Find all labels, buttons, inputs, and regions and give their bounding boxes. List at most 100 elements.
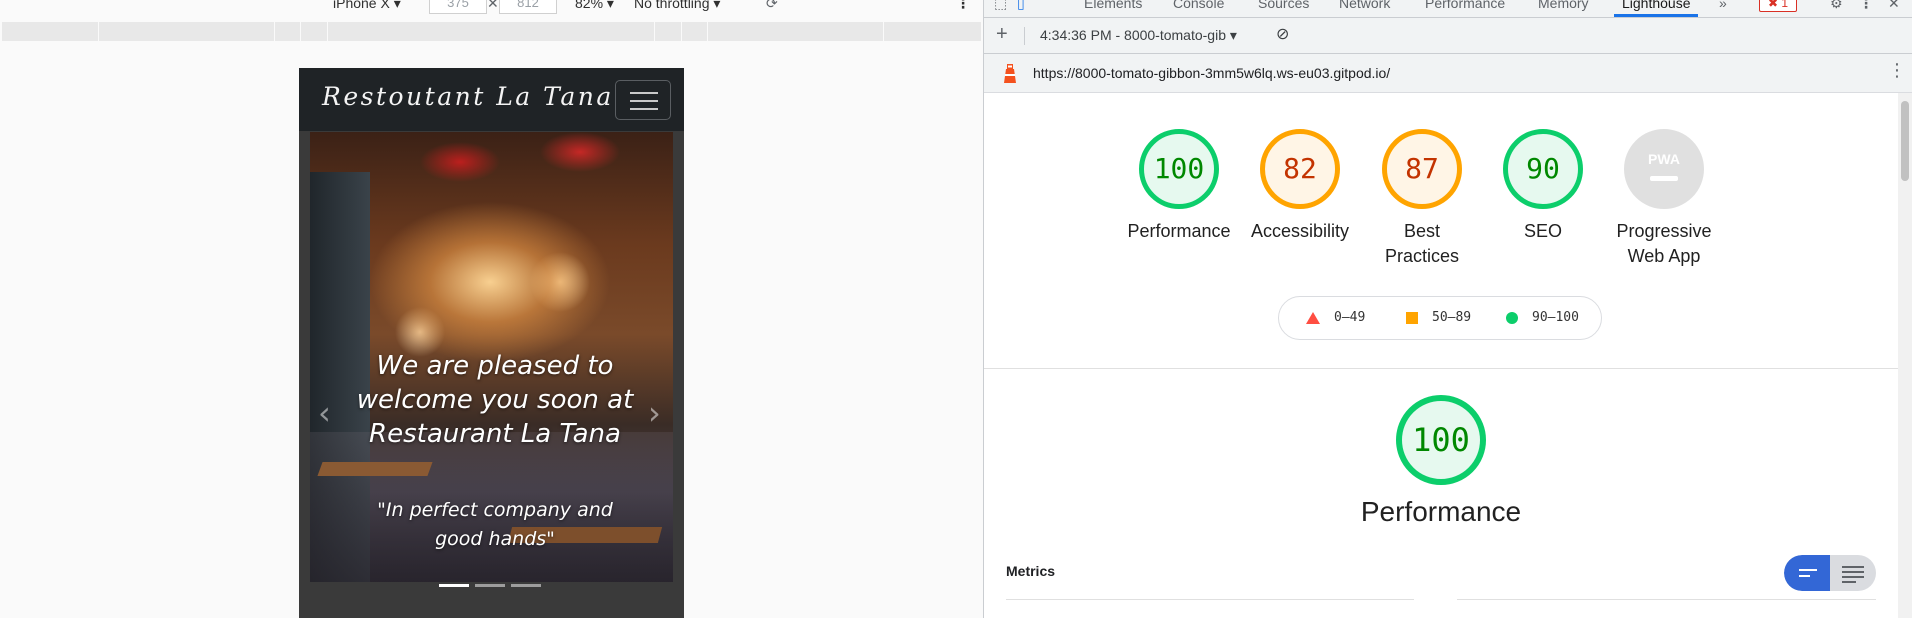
icon-line xyxy=(1842,571,1864,573)
score-gauge-performance[interactable]: 100 Performance xyxy=(1114,129,1244,244)
compact-view-icon[interactable] xyxy=(1784,555,1830,591)
carousel-next-icon[interactable]: › xyxy=(648,394,661,432)
icon-line xyxy=(1799,575,1810,577)
more-options-icon[interactable]: ⋮ xyxy=(956,0,970,12)
gauge-label: SEO xyxy=(1523,221,1562,241)
carousel-caption-title: We are pleased to welcome you soon at Re… xyxy=(356,351,634,449)
tab-elements[interactable]: Elements xyxy=(1084,0,1142,11)
triangle-icon xyxy=(1306,311,1320,324)
legend-item-average: 50–89 xyxy=(1406,310,1471,325)
score-gauge-pwa[interactable]: PWA Progressive Web App xyxy=(1599,129,1729,269)
gauge-label: Accessibility xyxy=(1250,221,1350,241)
ruler-tick xyxy=(327,22,328,41)
gauge-score: 90 xyxy=(1503,129,1583,209)
gauge-score: 87 xyxy=(1382,129,1462,209)
dimension-swap-icon[interactable]: ✕ xyxy=(487,0,499,12)
report-select[interactable]: 4:34:36 PM - 8000-tomato-gib ▾ xyxy=(1040,27,1237,44)
tab-lighthouse[interactable]: Lighthouse xyxy=(1622,0,1691,11)
throttling-value: No throttling xyxy=(634,0,710,11)
tab-performance[interactable]: Performance xyxy=(1425,0,1505,11)
metrics-divider xyxy=(1006,599,1414,600)
pwa-badge-icon: PWA xyxy=(1624,129,1704,209)
more-options-icon[interactable]: ⋮ xyxy=(1888,60,1906,81)
ruler-tick xyxy=(883,22,884,41)
inspect-element-icon[interactable]: ⬚ xyxy=(994,0,1007,12)
report-scrollbar[interactable] xyxy=(1898,93,1912,618)
pwa-badge-text: PWA xyxy=(1648,151,1680,167)
tab-memory[interactable]: Memory xyxy=(1538,0,1589,11)
hero-carousel: ‹ › We are pleased to welcome you soon a… xyxy=(310,132,673,582)
score-gauge-accessibility[interactable]: 82 Accessibility xyxy=(1235,129,1365,244)
lighthouse-toolbar: + 4:34:36 PM - 8000-tomato-gib ▾ ⊘ xyxy=(984,18,1912,54)
height-input[interactable]: 812 xyxy=(499,0,557,14)
new-report-icon[interactable]: + xyxy=(996,23,1008,46)
carousel-prev-icon[interactable]: ‹ xyxy=(318,394,331,432)
devtools-panel: ⬚ ▯ Elements Console Sources Network Per… xyxy=(984,0,1912,618)
devtools-tabbar: ⬚ ▯ Elements Console Sources Network Per… xyxy=(984,0,1912,18)
icon-line xyxy=(1842,576,1864,578)
metrics-divider xyxy=(1457,599,1876,600)
metrics-heading: Metrics xyxy=(1006,563,1056,579)
clear-reports-icon[interactable]: ⊘ xyxy=(1276,24,1289,44)
section-divider xyxy=(984,368,1898,369)
ruler-tick xyxy=(98,22,99,41)
hamburger-line xyxy=(630,108,658,110)
width-input[interactable]: 375 xyxy=(429,0,487,14)
carousel-caption-subtitle: "In perfect company and good hands" xyxy=(377,499,613,550)
device-toggle-icon[interactable]: ▯ xyxy=(1017,0,1025,12)
tab-sources[interactable]: Sources xyxy=(1258,0,1309,11)
icon-line xyxy=(1842,581,1856,583)
chevron-down-icon: ▾ xyxy=(1229,27,1237,43)
chevron-down-icon: ▾ xyxy=(606,0,614,11)
icon-line xyxy=(1842,566,1864,568)
close-icon[interactable]: ✕ xyxy=(1888,0,1900,12)
lighthouse-logo-icon xyxy=(1004,64,1016,83)
media-query-ruler[interactable] xyxy=(2,22,981,41)
carousel-indicator[interactable] xyxy=(439,584,469,587)
rotate-icon[interactable]: ⟳ xyxy=(766,0,778,12)
device-select[interactable]: iPhone X ▾ xyxy=(333,0,401,12)
legend-item-pass: 90–100 xyxy=(1506,310,1579,325)
gauge-label: Performance xyxy=(1127,221,1231,241)
pwa-dash xyxy=(1650,176,1678,181)
tab-network[interactable]: Network xyxy=(1339,0,1390,11)
hamburger-menu-button[interactable] xyxy=(615,80,671,120)
circle-icon xyxy=(1506,311,1518,324)
metrics-view-toggle[interactable] xyxy=(1784,555,1876,591)
score-gauge-seo[interactable]: 90 SEO xyxy=(1478,129,1608,244)
hamburger-line xyxy=(630,92,658,94)
ruler-tick xyxy=(274,22,275,41)
more-tabs-icon[interactable]: » xyxy=(1719,0,1727,11)
score-scale-legend: 0–49 50–89 90–100 xyxy=(1278,296,1602,340)
category-score-gauge: 100 xyxy=(1396,395,1486,485)
icon-line xyxy=(1799,569,1817,571)
site-brand[interactable]: Restoutant La Tana xyxy=(322,82,614,111)
legend-range: 50–89 xyxy=(1432,310,1472,325)
score-gauge-best-practices[interactable]: 87 Best Practices xyxy=(1357,129,1487,269)
carousel-indicator[interactable] xyxy=(475,584,505,587)
hero-image-detail xyxy=(317,462,433,476)
legend-range: 0–49 xyxy=(1334,310,1366,325)
category-title: Performance xyxy=(1360,496,1522,527)
chevron-down-icon: ▾ xyxy=(393,0,401,11)
ruler-tick xyxy=(654,22,655,41)
hamburger-line xyxy=(630,100,658,102)
device-name: iPhone X xyxy=(333,0,390,11)
emulated-device-viewport: Restoutant La Tana ‹ › We are pleased to… xyxy=(299,68,684,618)
throttling-select[interactable]: No throttling ▾ xyxy=(634,0,720,12)
chevron-down-icon: ▾ xyxy=(713,0,721,11)
ruler-tick xyxy=(707,22,708,41)
site-navbar: Restoutant La Tana xyxy=(299,68,684,131)
error-count-badge[interactable]: ✖ 1 xyxy=(1759,0,1797,12)
zoom-value: 82% xyxy=(575,0,604,11)
tab-console[interactable]: Console xyxy=(1173,0,1224,11)
device-toolbar: iPhone X ▾ 375 ✕ 812 82% ▾ No throttling… xyxy=(0,0,983,18)
settings-gear-icon[interactable]: ⚙ xyxy=(1830,0,1843,12)
carousel-indicator[interactable] xyxy=(511,584,541,587)
scrollbar-thumb[interactable] xyxy=(1901,101,1909,181)
zoom-select[interactable]: 82% ▾ xyxy=(575,0,614,12)
report-url[interactable]: https://8000-tomato-gibbon-3mm5w6lq.ws-e… xyxy=(1033,65,1390,81)
customize-menu-icon[interactable]: ⋮ xyxy=(1859,0,1873,12)
legend-range: 90–100 xyxy=(1532,310,1579,325)
expanded-view-icon[interactable] xyxy=(1830,555,1876,591)
